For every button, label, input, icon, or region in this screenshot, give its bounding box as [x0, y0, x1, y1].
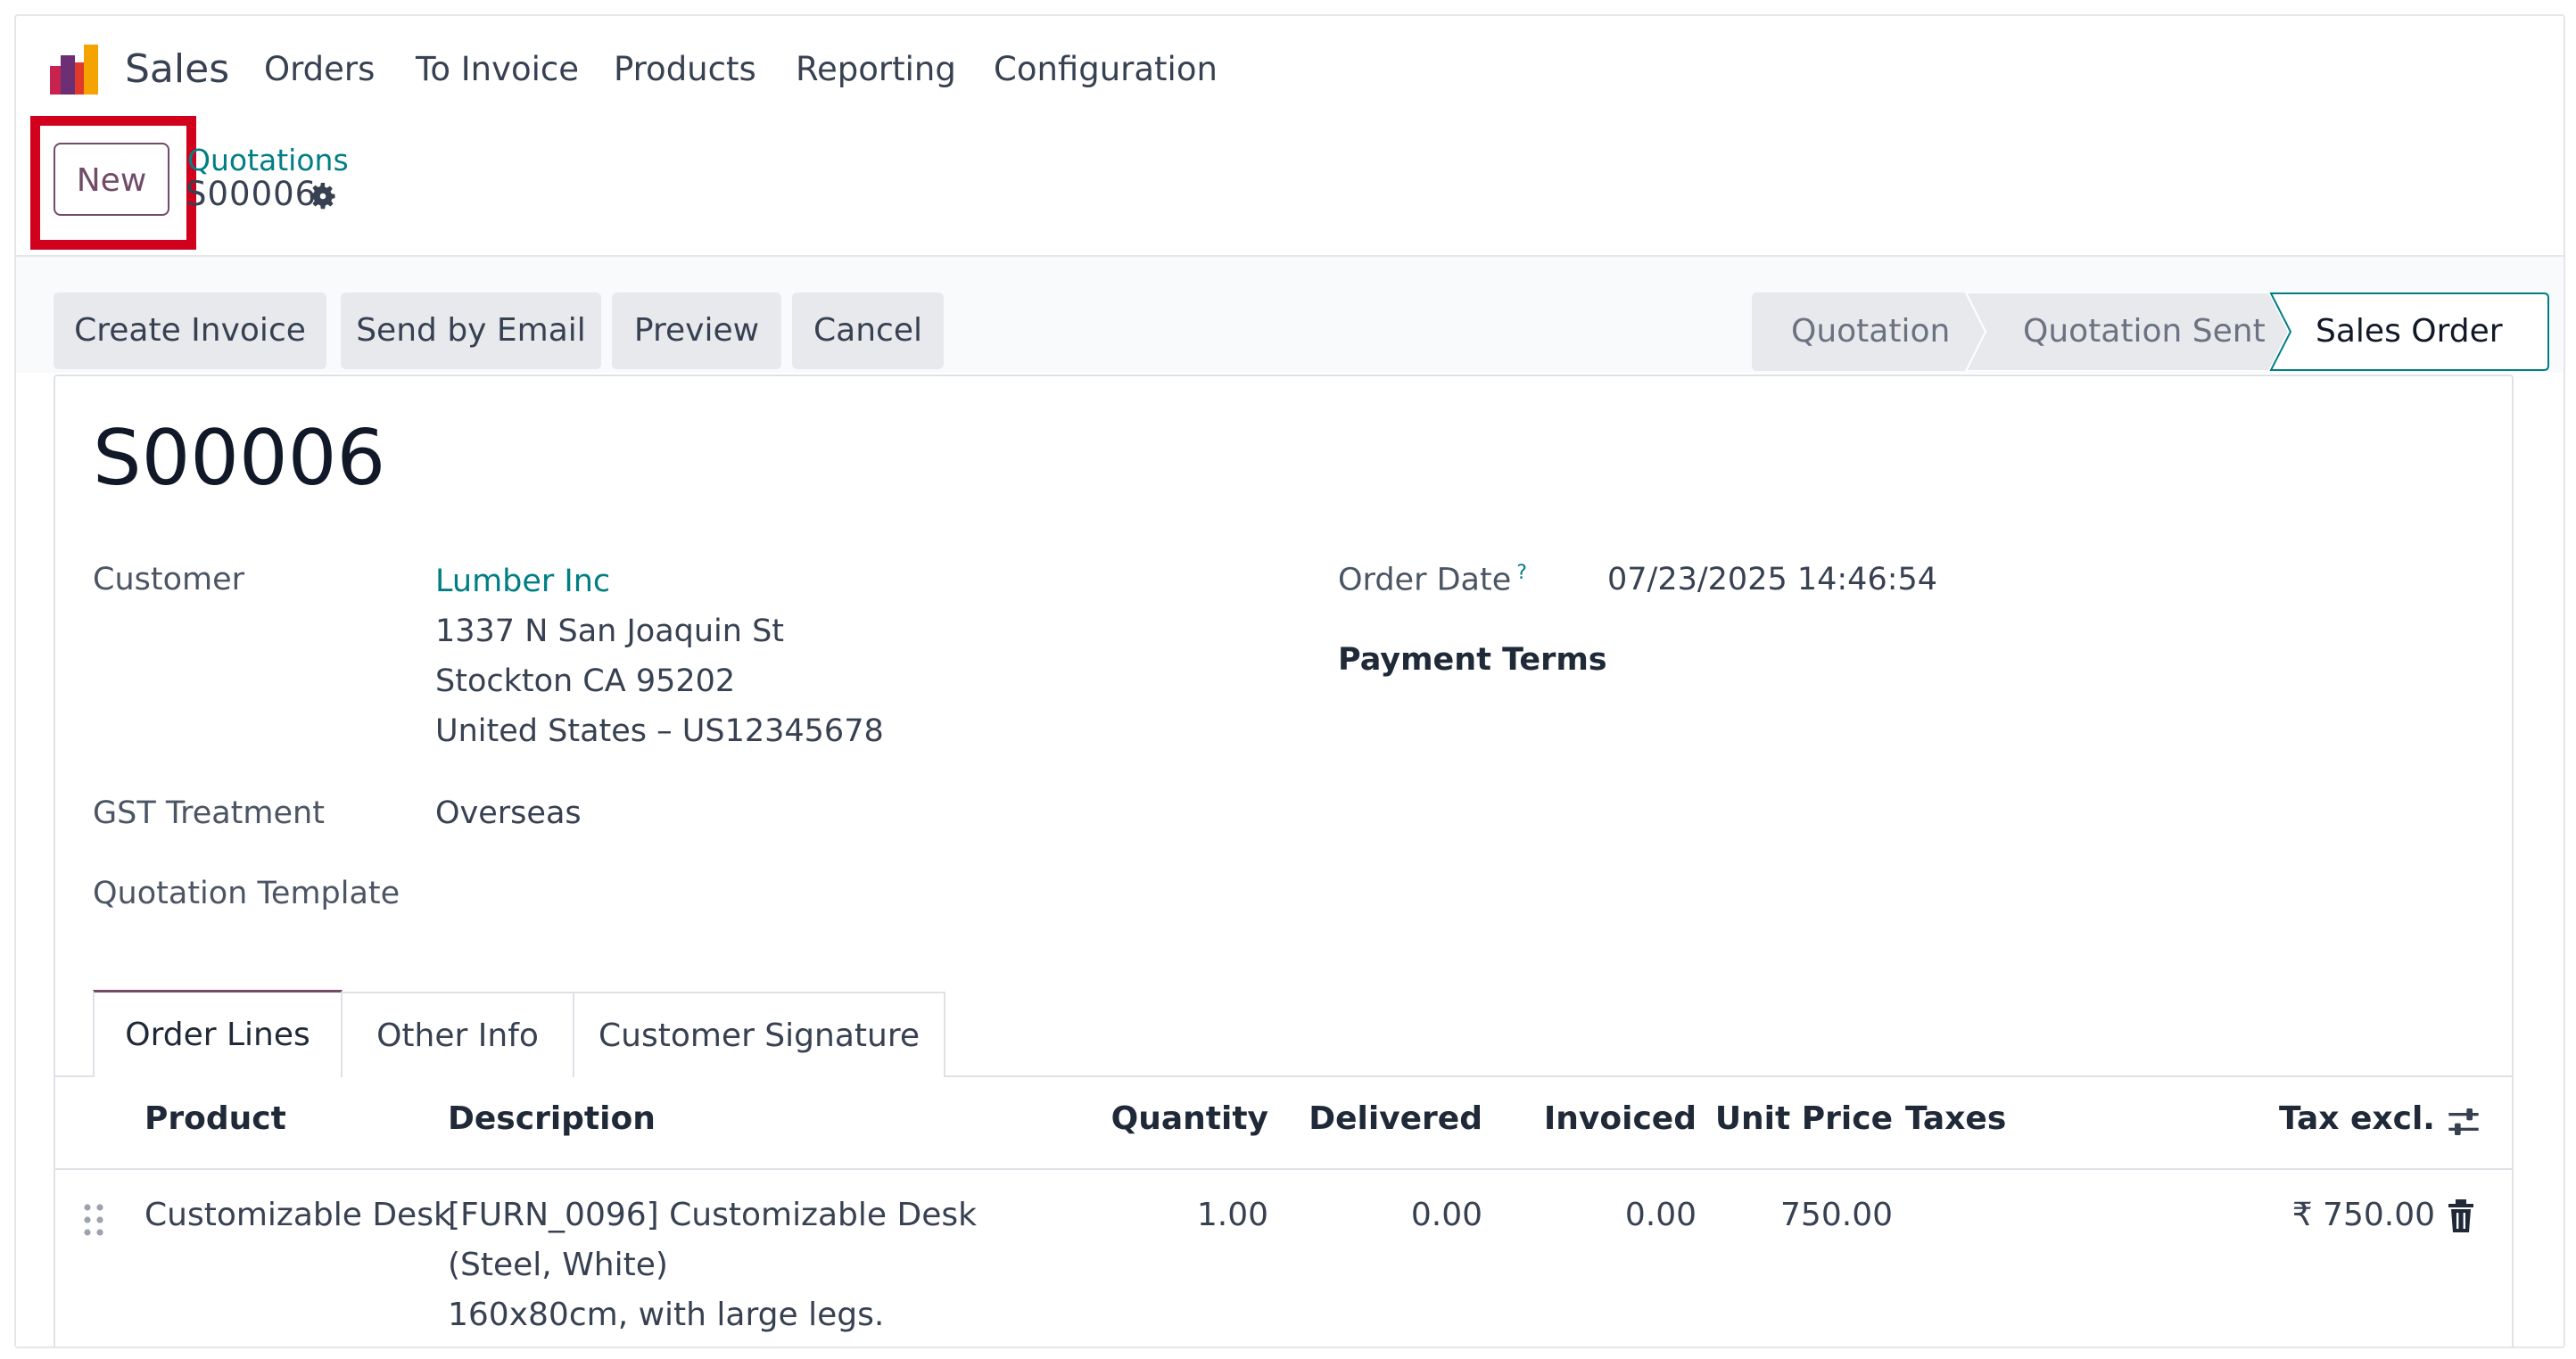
- payment-terms-label: Payment Terms: [1338, 642, 1607, 678]
- customer-label: Customer: [93, 562, 245, 597]
- trash-icon[interactable]: [2446, 1198, 2476, 1234]
- customer-link[interactable]: Lumber Inc: [435, 564, 610, 599]
- gear-icon[interactable]: [307, 180, 339, 212]
- order-date-label: Order Date?: [1338, 562, 1527, 598]
- nav-app-name[interactable]: Sales: [125, 46, 229, 93]
- preview-button[interactable]: Preview: [612, 292, 781, 369]
- table-header-divider: [55, 1168, 2512, 1170]
- col-invoiced[interactable]: Invoiced: [1509, 1100, 1697, 1137]
- stage-quotation-sent[interactable]: Quotation Sent: [2023, 292, 2266, 371]
- tab-other-info[interactable]: Other Info: [341, 992, 574, 1077]
- new-button-highlight: [30, 116, 196, 250]
- form-sheet: S00006 Customer Lumber Inc 1337 N San Jo…: [54, 375, 2514, 1347]
- record-title: S00006: [93, 414, 386, 503]
- gst-treatment-value[interactable]: Overseas: [435, 795, 582, 831]
- cell-invoiced[interactable]: 0.00: [1509, 1197, 1697, 1233]
- cell-delivered[interactable]: 0.00: [1295, 1197, 1482, 1233]
- address-line-3: United States – US12345678: [435, 713, 884, 749]
- nav-to-invoice[interactable]: To Invoice: [416, 46, 579, 93]
- quotation-template-label: Quotation Template: [93, 876, 400, 911]
- sales-app-logo-icon[interactable]: [48, 43, 105, 96]
- status-bar: Create Invoice Send by Email Preview Can…: [16, 257, 2564, 373]
- page: Sales Orders To Invoice Products Reporti…: [0, 0, 2576, 1359]
- cell-unit-price[interactable]: 750.00: [1705, 1197, 1893, 1233]
- tab-order-lines[interactable]: Order Lines: [93, 990, 343, 1077]
- col-delivered[interactable]: Delivered: [1295, 1100, 1482, 1137]
- drag-handle-icon[interactable]: [82, 1202, 105, 1238]
- help-tooltip-icon[interactable]: ?: [1516, 562, 1527, 584]
- stage-quotation[interactable]: Quotation: [1791, 292, 1950, 371]
- top-navbar: Sales Orders To Invoice Products Reporti…: [16, 16, 2564, 123]
- cancel-button[interactable]: Cancel: [792, 292, 944, 369]
- col-product[interactable]: Product: [144, 1100, 286, 1137]
- col-quantity[interactable]: Quantity: [1045, 1100, 1268, 1137]
- send-by-email-button[interactable]: Send by Email: [341, 292, 601, 369]
- cell-tax-excl: ₹ 750.00: [2291, 1197, 2435, 1233]
- cell-description-line-1[interactable]: [FURN_0096] Customizable Desk: [448, 1197, 977, 1233]
- col-taxes[interactable]: Taxes: [1905, 1100, 2006, 1137]
- address-line-1: 1337 N San Joaquin St: [435, 614, 785, 649]
- nav-products[interactable]: Products: [614, 46, 756, 93]
- col-unit-price[interactable]: Unit Price: [1705, 1100, 1893, 1137]
- breadcrumb-current: S00006: [186, 175, 318, 213]
- stage-sales-order[interactable]: Sales Order: [2316, 292, 2503, 371]
- cell-description-line-3[interactable]: 160x80cm, with large legs.: [448, 1297, 884, 1333]
- cell-description-line-2[interactable]: (Steel, White): [448, 1247, 668, 1283]
- col-tax-excl[interactable]: Tax excl.: [2241, 1100, 2435, 1137]
- nav-configuration[interactable]: Configuration: [994, 46, 1218, 93]
- order-date-value[interactable]: 07/23/2025 14:46:54: [1607, 562, 1937, 597]
- order-date-label-text: Order Date: [1338, 562, 1512, 598]
- nav-orders[interactable]: Orders: [264, 46, 375, 93]
- stage-pipeline: Quotation Quotation Sent Sales Order: [1752, 292, 2549, 371]
- breadcrumb-quotations[interactable]: Quotations: [187, 143, 349, 177]
- gst-treatment-label: GST Treatment: [93, 795, 325, 831]
- app-window: Sales Orders To Invoice Products Reporti…: [14, 14, 2565, 1348]
- cell-quantity[interactable]: 1.00: [1045, 1197, 1268, 1233]
- cell-product[interactable]: Customizable Desk: [144, 1197, 452, 1233]
- tab-customer-signature[interactable]: Customer Signature: [573, 992, 945, 1077]
- optional-columns-icon[interactable]: [2446, 1104, 2481, 1140]
- create-invoice-button[interactable]: Create Invoice: [54, 292, 326, 369]
- col-description[interactable]: Description: [448, 1100, 656, 1137]
- nav-reporting[interactable]: Reporting: [796, 46, 956, 93]
- address-line-2: Stockton CA 95202: [435, 663, 736, 699]
